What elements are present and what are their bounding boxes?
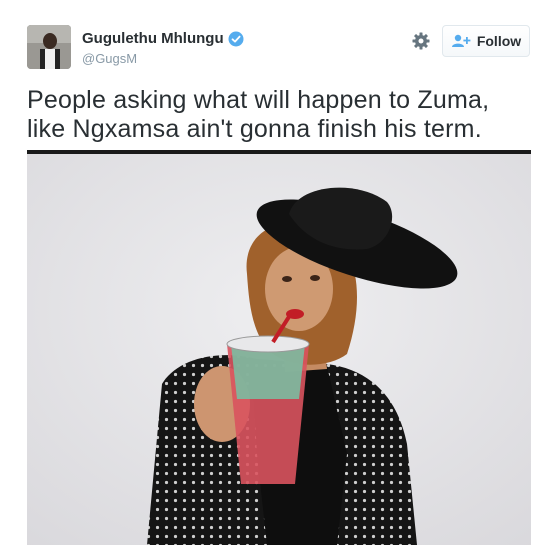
tweet-text: People asking what will happen to Zuma, … <box>27 86 537 144</box>
tweet-text-line-2: like Ngxamsa ain't gonna finish his term… <box>27 115 482 143</box>
tweet-photo[interactable] <box>27 150 531 545</box>
verified-badge-icon <box>228 31 244 46</box>
follow-user-icon <box>451 34 471 47</box>
author-handle[interactable]: @GugsM <box>82 51 137 66</box>
tweet-text-line-1: People asking what will happen to Zuma, <box>27 86 490 114</box>
author-name[interactable]: Gugulethu Mhlungu <box>82 30 224 47</box>
gear-icon[interactable] <box>411 31 431 51</box>
photo-illustration <box>27 154 531 545</box>
follow-button[interactable]: Follow <box>442 25 530 57</box>
author-name-row: Gugulethu Mhlungu <box>82 30 244 47</box>
follow-label: Follow <box>476 33 522 49</box>
avatar[interactable] <box>27 25 71 69</box>
